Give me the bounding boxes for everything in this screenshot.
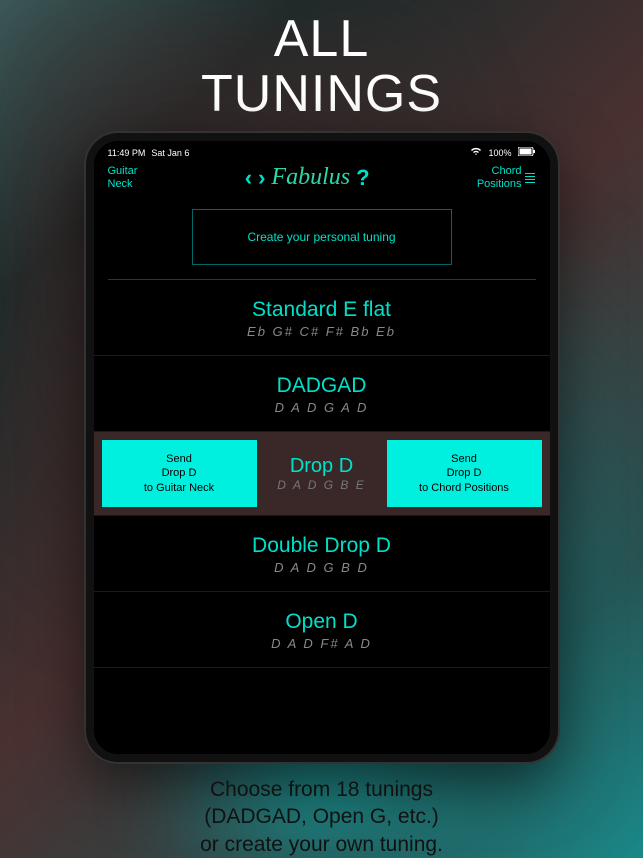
send-to-guitar-neck-button[interactable]: Send Drop D to Guitar Neck: [102, 440, 257, 507]
next-arrow-icon[interactable]: ›: [258, 165, 265, 191]
tuning-notes: D A D F# A D: [94, 636, 550, 651]
status-left: 11:49 PM Sat Jan 6: [108, 148, 190, 158]
footer-line3: or create your own tuning.: [200, 831, 443, 858]
nav-right-line2: Positions: [477, 178, 522, 191]
footer-line2: (DADGAD, Open G, etc.): [200, 803, 443, 830]
create-label: Create your personal tuning: [247, 230, 395, 244]
hamburger-icon: [525, 173, 535, 183]
help-button[interactable]: ?: [356, 165, 369, 191]
list-item[interactable]: Open D D A D F# A D: [94, 592, 550, 668]
app-name: Fabulus: [271, 164, 350, 191]
wifi-icon: [470, 147, 482, 158]
send-right-line3: to Chord Positions: [419, 481, 509, 495]
chord-positions-nav[interactable]: Chord Positions: [477, 165, 536, 191]
tuning-list[interactable]: Standard E flat Eb G# C# F# Bb Eb DADGAD…: [94, 280, 550, 754]
nav-left-line1: Guitar: [108, 165, 138, 178]
tuning-name: Open D: [94, 610, 550, 634]
send-to-chord-positions-button[interactable]: Send Drop D to Chord Positions: [387, 440, 542, 507]
promo-title-line1: ALL: [201, 12, 442, 67]
promo-title-line2: TUNINGS: [201, 67, 442, 122]
tuning-name: Double Drop D: [94, 534, 550, 558]
footer-line1: Choose from 18 tunings: [200, 776, 443, 803]
nav-right-line1: Chord: [477, 165, 522, 178]
guitar-neck-nav[interactable]: Guitar Neck: [108, 165, 138, 191]
nav-right-text: Chord Positions: [477, 165, 522, 191]
selected-tuning-center[interactable]: Drop D D A D G B E: [263, 440, 381, 507]
list-item[interactable]: DADGAD D A D G A D: [94, 356, 550, 432]
prev-arrow-icon[interactable]: ‹: [245, 165, 252, 191]
app-title-group: ‹ › Fabulus ?: [245, 164, 370, 191]
promo-title: ALL TUNINGS: [201, 12, 442, 121]
battery-percent: 100%: [488, 148, 511, 158]
status-date: Sat Jan 6: [151, 148, 189, 158]
nav-left-line2: Neck: [108, 178, 138, 191]
send-left-line3: to Guitar Neck: [144, 481, 214, 495]
status-bar: 11:49 PM Sat Jan 6 100%: [94, 141, 550, 160]
status-time: 11:49 PM: [108, 148, 146, 158]
tuning-notes: D A D G B E: [277, 478, 365, 492]
list-item[interactable]: Double Drop D D A D G B D: [94, 516, 550, 592]
tuning-name: DADGAD: [94, 374, 550, 398]
status-right: 100%: [470, 147, 535, 158]
tuning-name: Drop D: [290, 455, 353, 478]
send-right-line2: Drop D: [419, 466, 509, 480]
send-left-line1: Send: [144, 452, 214, 466]
create-tuning-button[interactable]: Create your personal tuning: [192, 209, 452, 265]
tuning-name: Standard E flat: [94, 298, 550, 322]
send-left-line2: Drop D: [144, 466, 214, 480]
send-right-line1: Send: [419, 452, 509, 466]
tuning-notes: D A D G B D: [94, 560, 550, 575]
tablet-frame: 11:49 PM Sat Jan 6 100% Guitar Neck ‹ › …: [86, 133, 558, 762]
promo-footer: Choose from 18 tunings (DADGAD, Open G, …: [200, 776, 443, 858]
tuning-notes: Eb G# C# F# Bb Eb: [94, 324, 550, 339]
tuning-notes: D A D G A D: [94, 400, 550, 415]
list-item-selected: Send Drop D to Guitar Neck Drop D D A D …: [94, 432, 550, 516]
list-item[interactable]: Standard E flat Eb G# C# F# Bb Eb: [94, 280, 550, 356]
app-header: Guitar Neck ‹ › Fabulus ? Chord Position…: [94, 160, 550, 199]
battery-icon: [518, 147, 536, 158]
